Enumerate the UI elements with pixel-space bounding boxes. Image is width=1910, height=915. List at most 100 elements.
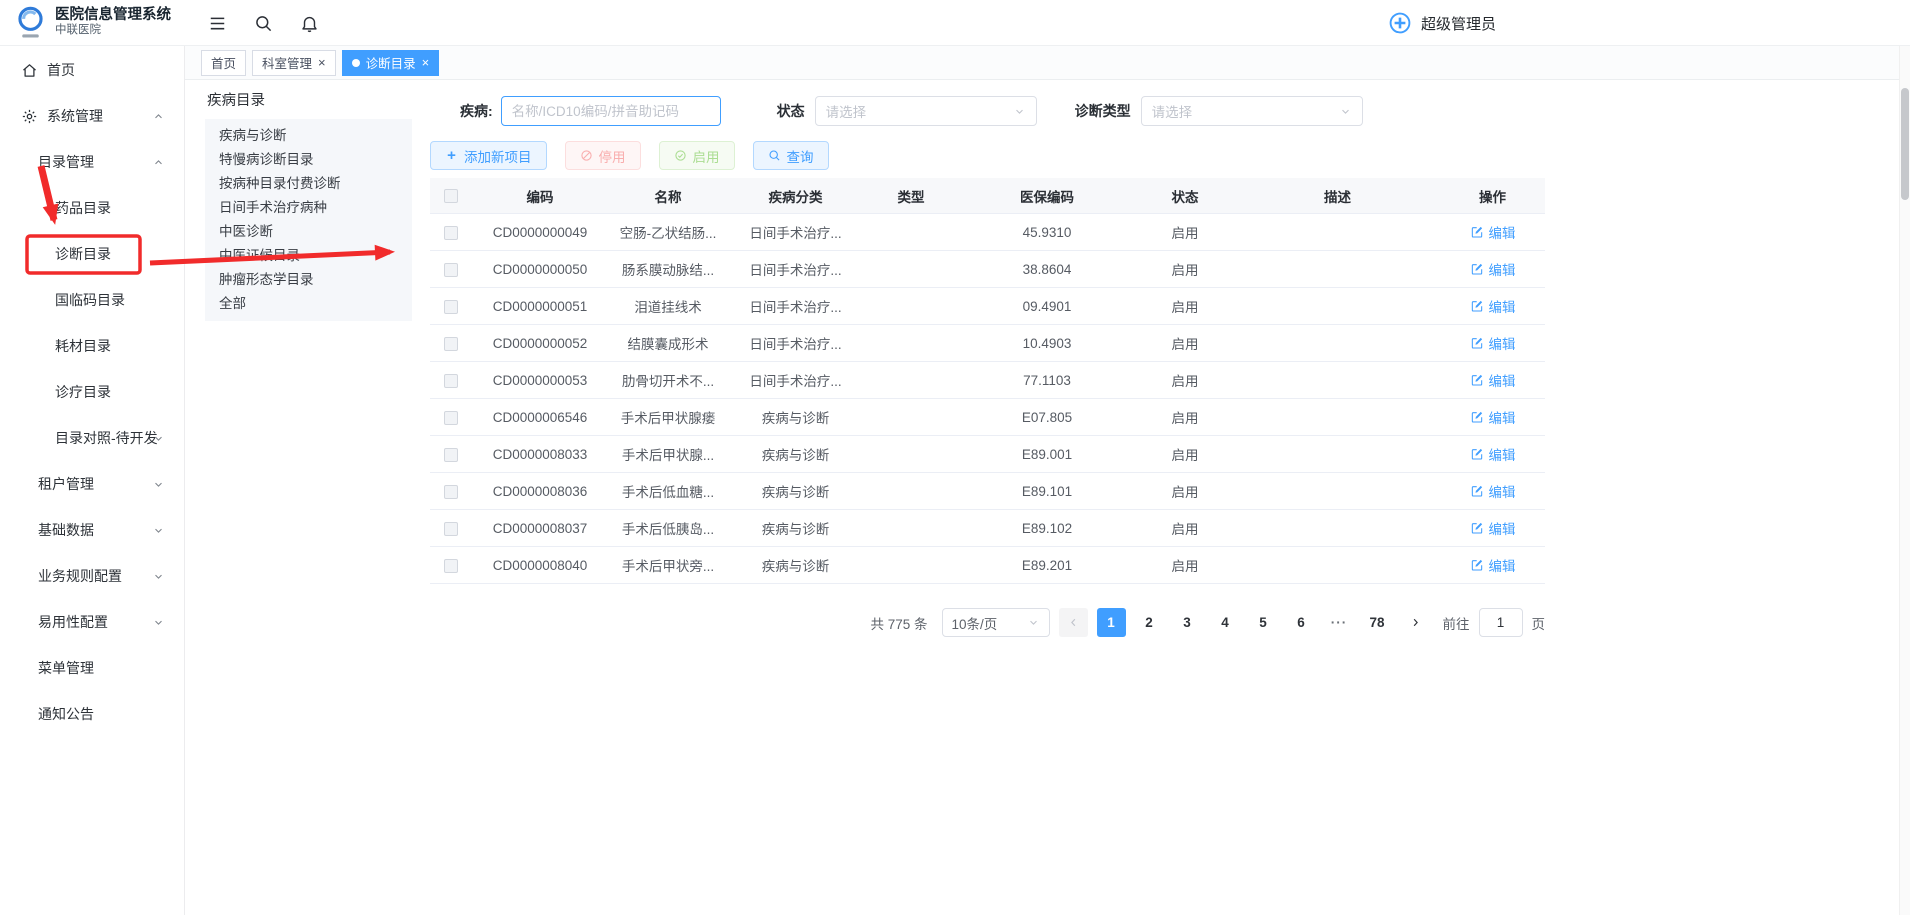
sidebar-item-系统管理[interactable]: 系统管理 bbox=[0, 93, 184, 139]
page-button-6[interactable]: 6 bbox=[1287, 608, 1316, 637]
tab-诊断目录[interactable]: 诊断目录× bbox=[342, 50, 440, 76]
catalog-item-中医诊断[interactable]: 中医诊断 bbox=[205, 220, 412, 244]
sidebar-item-基础数据[interactable]: 基础数据 bbox=[0, 507, 184, 553]
search-icon[interactable] bbox=[254, 14, 273, 33]
sidebar-item-耗材目录[interactable]: 耗材目录 bbox=[0, 323, 184, 369]
tab-首页[interactable]: 首页 bbox=[201, 50, 246, 76]
enable-button[interactable]: 启用 bbox=[659, 141, 735, 170]
page-button-3[interactable]: 3 bbox=[1173, 608, 1202, 637]
cell-status: 启用 bbox=[1135, 222, 1235, 242]
cell-category: 日间手术治疗... bbox=[728, 333, 863, 353]
sidebar-item-目录对照-待开发[interactable]: 目录对照-待开发 bbox=[0, 415, 184, 461]
sidebar-item-国临码目录[interactable]: 国临码目录 bbox=[0, 277, 184, 323]
row-checkbox[interactable] bbox=[430, 261, 472, 276]
edit-label: 编辑 bbox=[1489, 555, 1516, 575]
row-checkbox[interactable] bbox=[430, 483, 472, 498]
row-checkbox[interactable] bbox=[430, 446, 472, 461]
prev-page-button[interactable] bbox=[1059, 608, 1088, 637]
row-checkbox[interactable] bbox=[430, 372, 472, 387]
catalog-item-中医证候目录[interactable]: 中医证候目录 bbox=[205, 244, 412, 268]
sidebar-item-目录管理[interactable]: 目录管理 bbox=[0, 139, 184, 185]
scrollbar-thumb[interactable] bbox=[1901, 88, 1909, 200]
edit-button[interactable]: 编辑 bbox=[1470, 333, 1516, 353]
bell-icon[interactable] bbox=[300, 14, 319, 33]
disable-button[interactable]: 停用 bbox=[565, 141, 641, 170]
tab-科室管理[interactable]: 科室管理× bbox=[252, 50, 336, 76]
sidebar-item-药品目录[interactable]: 药品目录 bbox=[0, 185, 184, 231]
catalog-item-日间手术治疗病种[interactable]: 日间手术治疗病种 bbox=[205, 196, 412, 220]
goto-page-input[interactable] bbox=[1479, 608, 1523, 637]
catalog-item-特慢病诊断目录[interactable]: 特慢病诊断目录 bbox=[205, 148, 412, 172]
disease-search-input[interactable] bbox=[501, 96, 721, 126]
page-button-2[interactable]: 2 bbox=[1135, 608, 1164, 637]
sidebar-item-业务规则配置[interactable]: 业务规则配置 bbox=[0, 553, 184, 599]
row-checkbox[interactable] bbox=[430, 557, 472, 572]
edit-button[interactable]: 编辑 bbox=[1470, 370, 1516, 390]
cell-action: 编辑 bbox=[1440, 555, 1545, 575]
cell-status: 启用 bbox=[1135, 555, 1235, 575]
chevron-down-icon bbox=[152, 432, 165, 445]
edit-button[interactable]: 编辑 bbox=[1470, 518, 1516, 538]
table-row: CD0000000051泪道挂线术日间手术治疗...09.4901启用编辑 bbox=[430, 288, 1545, 325]
cell-name: 手术后甲状腺... bbox=[608, 444, 728, 464]
select-all-checkbox[interactable] bbox=[430, 188, 472, 203]
cell-code: CD0000000049 bbox=[472, 225, 608, 240]
more-pages-button[interactable]: ··· bbox=[1325, 608, 1354, 637]
cell-category: 日间手术治疗... bbox=[728, 259, 863, 279]
sidebar: 首页系统管理目录管理药品目录诊断目录国临码目录耗材目录诊疗目录目录对照-待开发租… bbox=[0, 46, 185, 915]
active-tab-dot-icon bbox=[352, 59, 360, 67]
edit-button[interactable]: 编辑 bbox=[1470, 555, 1516, 575]
catalog-item-按病种目录付费诊断[interactable]: 按病种目录付费诊断 bbox=[205, 172, 412, 196]
sidebar-item-通知公告[interactable]: 通知公告 bbox=[0, 691, 184, 737]
table-row: CD0000000050肠系膜动脉结...日间手术治疗...38.8604启用编… bbox=[430, 251, 1545, 288]
catalog-item-疾病与诊断[interactable]: 疾病与诊断 bbox=[205, 124, 412, 148]
hospital-logo-icon bbox=[14, 5, 47, 40]
close-icon[interactable]: × bbox=[318, 56, 326, 69]
catalog-item-肿瘤形态学目录[interactable]: 肿瘤形态学目录 bbox=[205, 268, 412, 292]
catalog-item-全部[interactable]: 全部 bbox=[205, 292, 412, 316]
sidebar-item-菜单管理[interactable]: 菜单管理 bbox=[0, 645, 184, 691]
page-button-1[interactable]: 1 bbox=[1097, 608, 1126, 637]
row-checkbox[interactable] bbox=[430, 298, 472, 313]
page-button-78[interactable]: 78 bbox=[1363, 608, 1392, 637]
edit-button[interactable]: 编辑 bbox=[1470, 481, 1516, 501]
status-select[interactable]: 请选择 bbox=[815, 96, 1037, 126]
next-page-button[interactable] bbox=[1401, 608, 1430, 637]
edit-button[interactable]: 编辑 bbox=[1470, 259, 1516, 279]
sidebar-item-label: 国临码目录 bbox=[55, 290, 125, 310]
edit-button[interactable]: 编辑 bbox=[1470, 222, 1516, 242]
scrollbar-track[interactable] bbox=[1899, 46, 1910, 915]
page-size-select[interactable]: 10条/页 bbox=[942, 608, 1050, 637]
row-checkbox[interactable] bbox=[430, 224, 472, 239]
page-button-5[interactable]: 5 bbox=[1249, 608, 1278, 637]
row-checkbox[interactable] bbox=[430, 335, 472, 350]
edit-button[interactable]: 编辑 bbox=[1470, 444, 1516, 464]
table-header-row: 编码名称疾病分类类型医保编码状态描述操作 bbox=[430, 178, 1545, 214]
edit-button[interactable]: 编辑 bbox=[1470, 296, 1516, 316]
close-icon[interactable]: × bbox=[422, 56, 430, 69]
sidebar-item-首页[interactable]: 首页 bbox=[0, 47, 184, 93]
sidebar-item-诊疗目录[interactable]: 诊疗目录 bbox=[0, 369, 184, 415]
row-checkbox[interactable] bbox=[430, 409, 472, 424]
plus-icon: + bbox=[445, 149, 458, 162]
diagnosis-type-select[interactable]: 请选择 bbox=[1141, 96, 1363, 126]
chevron-down-icon bbox=[1013, 105, 1026, 118]
cell-insurance_code: 09.4901 bbox=[959, 299, 1135, 314]
page-button-4[interactable]: 4 bbox=[1211, 608, 1240, 637]
menu-collapse-icon[interactable] bbox=[208, 14, 227, 33]
app-logo: 医院信息管理系统 中联医院 bbox=[14, 5, 189, 40]
row-checkbox[interactable] bbox=[430, 520, 472, 535]
user-menu[interactable]: 超级管理员 bbox=[1388, 0, 1496, 46]
toolbar: + 添加新项目 停用 启用 bbox=[430, 141, 1548, 170]
cell-status: 启用 bbox=[1135, 259, 1235, 279]
chevron-down-icon bbox=[1339, 105, 1352, 118]
edit-label: 编辑 bbox=[1489, 333, 1516, 353]
filter-row: 疾病: 状态 请选择 诊断类型 请选择 bbox=[430, 95, 1548, 127]
edit-button[interactable]: 编辑 bbox=[1470, 407, 1516, 427]
sidebar-item-易用性配置[interactable]: 易用性配置 bbox=[0, 599, 184, 645]
sidebar-item-租户管理[interactable]: 租户管理 bbox=[0, 461, 184, 507]
add-item-button[interactable]: + 添加新项目 bbox=[430, 141, 547, 170]
query-button[interactable]: 查询 bbox=[753, 141, 829, 170]
page-root: 医院信息管理系统 中联医院 超级管理员 首页系统管理目录管理药品目录诊断目录国临… bbox=[0, 0, 1910, 915]
sidebar-item-诊断目录[interactable]: 诊断目录 bbox=[0, 231, 184, 277]
